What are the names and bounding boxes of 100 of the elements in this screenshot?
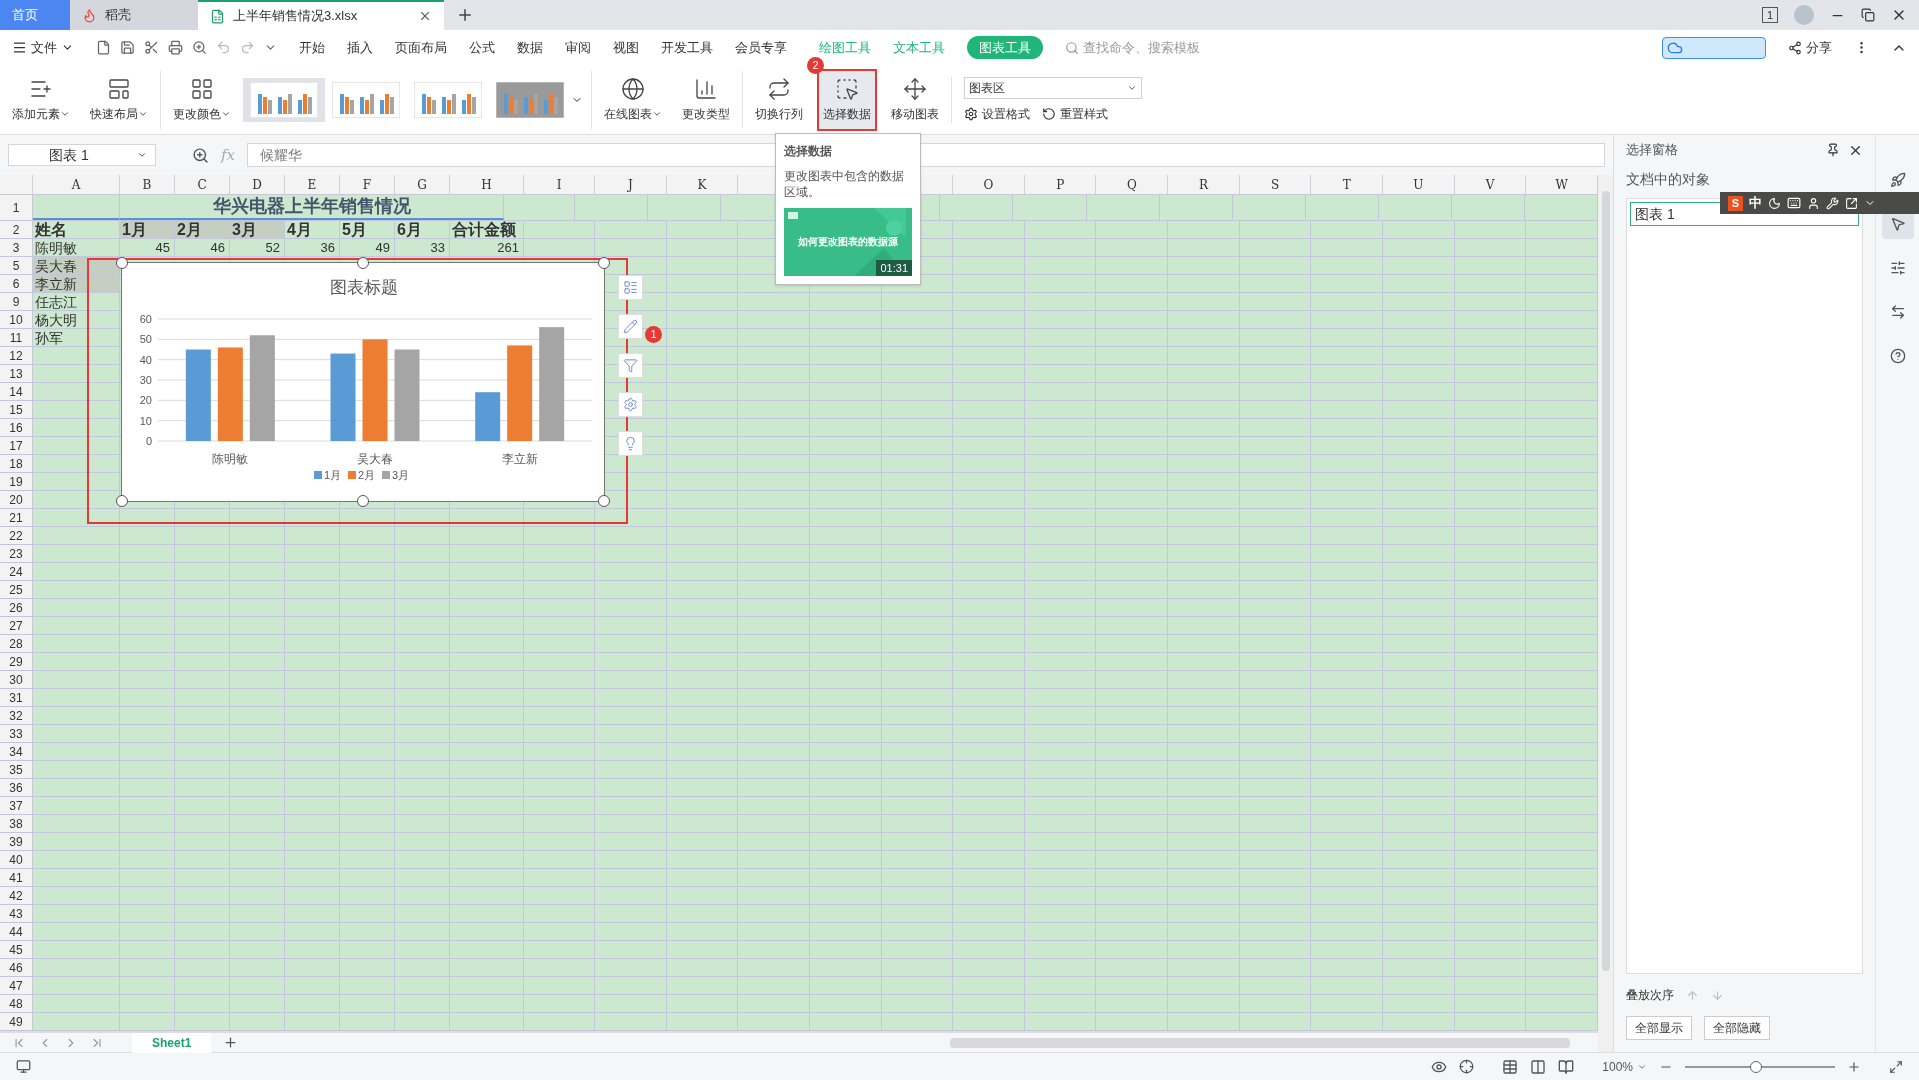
row-header[interactable]: 33 <box>0 725 33 742</box>
ribbon-button[interactable]: 更改类型 <box>678 70 734 129</box>
ribbon-button[interactable]: 切换行列 <box>751 70 807 129</box>
column-header[interactable]: Q <box>1096 175 1169 194</box>
row-header[interactable]: 47 <box>0 977 33 994</box>
column-header[interactable]: P <box>1024 175 1097 194</box>
menu-tab[interactable]: 开始 <box>299 37 325 58</box>
row-header[interactable]: 34 <box>0 743 33 760</box>
row-header[interactable]: 41 <box>0 869 33 886</box>
row-header[interactable]: 28 <box>0 635 33 652</box>
column-header[interactable]: W <box>1526 175 1598 194</box>
row-header[interactable]: 45 <box>0 941 33 958</box>
ribbon-button[interactable]: 移动图表 <box>887 70 943 129</box>
row-header[interactable]: 46 <box>0 959 33 976</box>
row-header[interactable]: 49 <box>0 1013 33 1030</box>
row-header[interactable]: 27 <box>0 617 33 634</box>
row-header[interactable]: 48 <box>0 995 33 1012</box>
column-header[interactable]: V <box>1454 175 1527 194</box>
column-header[interactable]: B <box>120 175 175 194</box>
format-button[interactable]: 设置格式 <box>964 104 1030 123</box>
row-header[interactable]: 21 <box>0 509 33 526</box>
document-tab[interactable]: 首页 <box>0 0 70 30</box>
column-header[interactable]: T <box>1311 175 1384 194</box>
row-header[interactable]: 26 <box>0 599 33 616</box>
row-header[interactable]: 29 <box>0 653 33 670</box>
zoom-dropdown[interactable]: 100% <box>1602 1057 1647 1076</box>
ribbon-button[interactable]: 选择数据 <box>819 70 875 129</box>
row-header[interactable]: 18 <box>0 455 33 472</box>
pane-button[interactable]: 全部显示 <box>1626 1016 1692 1040</box>
row-header[interactable]: 10 <box>0 311 33 328</box>
column-header[interactable]: R <box>1168 175 1240 194</box>
row-header[interactable]: 20 <box>0 491 33 508</box>
row-header[interactable]: 2 <box>0 221 33 238</box>
row-header[interactable]: 40 <box>0 851 33 868</box>
row-header[interactable]: 32 <box>0 707 33 724</box>
column-header[interactable]: A <box>33 175 120 194</box>
row-header[interactable]: 13 <box>0 365 33 382</box>
column-header[interactable]: I <box>524 175 595 194</box>
ribbon-button[interactable]: 更改颜色 <box>169 70 235 129</box>
column-header[interactable]: H <box>450 175 524 194</box>
row-header[interactable]: 17 <box>0 437 33 454</box>
pane-heading: 文档中的对象 <box>1626 170 1711 189</box>
name-box[interactable]: 图表 1 <box>8 144 156 166</box>
row-header[interactable]: 43 <box>0 905 33 922</box>
file-menu[interactable]: 文件 <box>12 37 74 58</box>
row-header[interactable]: 35 <box>0 761 33 778</box>
column-header[interactable]: C <box>175 175 230 194</box>
row-header[interactable]: 16 <box>0 419 33 436</box>
menu-tab[interactable]: 开发工具 <box>661 37 713 58</box>
menu-tab[interactable]: 会员专享 <box>735 37 787 58</box>
menu-tab[interactable]: 数据 <box>517 37 543 58</box>
column-header[interactable]: E <box>285 175 340 194</box>
column-header[interactable]: K <box>666 175 739 194</box>
row-header[interactable]: 5 <box>0 257 33 274</box>
row-header[interactable]: 1 <box>0 195 33 220</box>
share-button[interactable]: 分享 <box>1788 37 1832 58</box>
row-header[interactable]: 25 <box>0 581 33 598</box>
reset-style-button[interactable]: 重置样式 <box>1042 104 1108 123</box>
row-header[interactable]: 9 <box>0 293 33 310</box>
column-header[interactable]: O <box>953 175 1025 194</box>
column-header[interactable]: G <box>395 175 450 194</box>
row-header[interactable]: 22 <box>0 527 33 544</box>
menu-tab[interactable]: 视图 <box>613 37 639 58</box>
row-header[interactable]: 6 <box>0 275 33 292</box>
row-header[interactable]: 14 <box>0 383 33 400</box>
row-header[interactable]: 36 <box>0 779 33 796</box>
row-header[interactable]: 44 <box>0 923 33 940</box>
row-header[interactable]: 15 <box>0 401 33 418</box>
column-header[interactable]: J <box>595 175 667 194</box>
menu-tab[interactable]: 插入 <box>347 37 373 58</box>
row-header[interactable]: 12 <box>0 347 33 364</box>
row-header[interactable]: 23 <box>0 545 33 562</box>
row-header[interactable]: 30 <box>0 671 33 688</box>
row-header[interactable]: 19 <box>0 473 33 490</box>
column-header[interactable]: S <box>1239 175 1312 194</box>
row-header[interactable]: 31 <box>0 689 33 706</box>
window-count-badge[interactable]: 1 <box>1761 7 1778 23</box>
column-header[interactable]: F <box>340 175 395 194</box>
cell-text: 吴大春 <box>34 257 77 274</box>
menu-tab[interactable]: 审阅 <box>565 37 591 58</box>
ribbon-button[interactable]: 在线图表 <box>600 70 666 129</box>
column-header[interactable]: U <box>1383 175 1455 194</box>
ribbon-button[interactable]: 添加元素 <box>8 70 74 129</box>
pane-title[interactable]: 选择窗格 <box>1626 140 1818 160</box>
chart-area-dropdown[interactable]: 图表区 <box>964 76 1142 99</box>
pane-button[interactable]: 全部隐藏 <box>1704 1016 1770 1040</box>
row-header[interactable]: 3 <box>0 239 33 256</box>
row-header[interactable]: 39 <box>0 833 33 850</box>
column-header[interactable]: D <box>230 175 285 194</box>
row-header[interactable]: 38 <box>0 815 33 832</box>
menu-tab[interactable]: 页面布局 <box>395 37 447 58</box>
document-tab[interactable]: 上半年销售情况3.xlsx <box>198 0 444 30</box>
row-header[interactable]: 42 <box>0 887 33 904</box>
ribbon-button[interactable]: 快速布局 <box>86 70 152 129</box>
row-header[interactable]: 37 <box>0 797 33 814</box>
axis-label: 30 <box>139 374 152 386</box>
row-header[interactable]: 11 <box>0 329 33 346</box>
row-header[interactable]: 24 <box>0 563 33 580</box>
menu-tab[interactable]: 公式 <box>469 37 495 58</box>
document-tab[interactable]: 稻壳 <box>70 0 198 30</box>
